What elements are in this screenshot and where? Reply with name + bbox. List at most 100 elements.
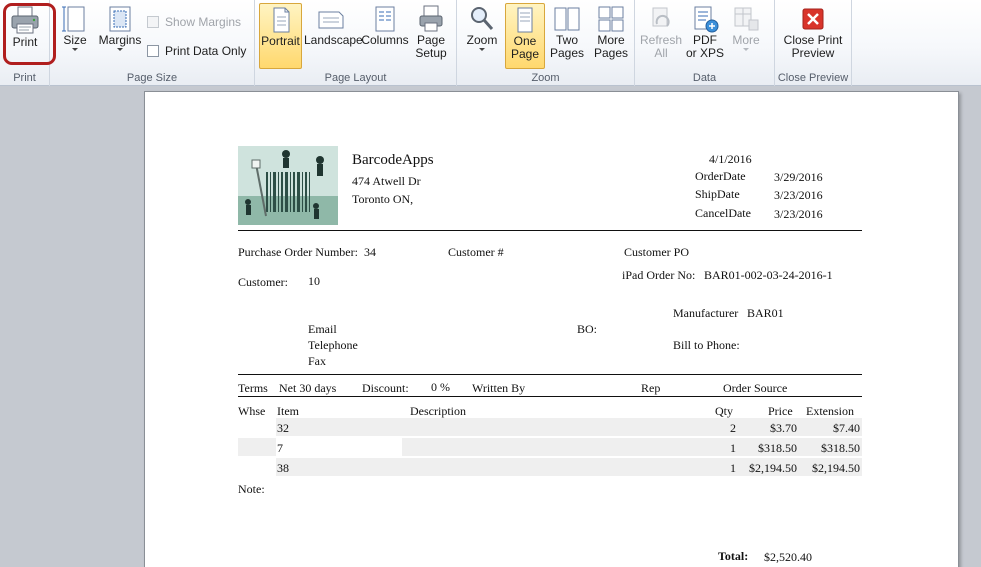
pdf-xps-button[interactable]: PDF or XPS [685,3,725,69]
magnifier-icon [471,7,494,30]
more-export-label: More [732,33,760,47]
size-dropdown-arrow-icon [72,48,78,51]
ipad-order-value: BAR01-002-03-24-2016-1 [704,268,833,282]
column-header-whse: Whse [238,404,266,418]
portrait-label: Portrait [261,34,300,48]
line-item-extension: $318.50 [821,441,860,455]
zoom-group: Zoom One Page Two Pages More Pages Zoom [457,0,635,86]
preview-area[interactable]: BarcodeApps 474 Atwell Dr Toronto ON, 4/… [0,87,981,567]
ipad-order-label: iPad Order No: [622,268,696,282]
company-city: Toronto ON, [352,192,414,206]
page-setup-label-2: Setup [415,46,447,60]
line-item-extension: $7.40 [833,421,860,435]
print-data-only-checkbox[interactable]: Print Data Only [147,44,246,60]
total-label: Total: [718,549,749,563]
show-margins-checkbox[interactable]: Show Margins [147,15,241,31]
two-pages-button[interactable]: Two Pages [548,3,586,69]
more-export-button[interactable]: More [728,3,764,69]
more-pages-label-2: Pages [593,46,629,60]
columns-icon [375,6,395,32]
data-group-label: Data [692,72,717,84]
page-layout-group: Portrait Landscape Columns Page Setup Pa… [255,0,457,86]
print-data-only-box [147,45,159,57]
zoom-label: Zoom [466,33,498,47]
printer-icon [11,6,39,34]
refresh-icon [652,7,670,27]
zoom-dropdown-arrow-icon [479,48,485,51]
columns-button[interactable]: Columns [361,3,409,69]
line-item-extension: $2,194.50 [812,461,860,475]
ribbon: Print Print Size Margins Show Margins Pr… [0,0,981,86]
portrait-button[interactable]: Portrait [259,3,302,69]
total-value: $2,520.40 [764,550,812,564]
line-item-price: $318.50 [758,441,797,455]
print-button[interactable]: Print [4,3,46,69]
customer-number-label: Customer # [448,245,504,259]
barcode-workers-logo [238,146,338,225]
margins-dropdown-arrow-icon [117,48,123,51]
close-print-preview-label-2: Preview [791,46,835,60]
line-item-price: $3.70 [770,421,797,435]
print-group: Print Print [0,0,50,86]
page-size-group: Size Margins Show Margins Print Data Onl… [50,0,255,86]
print-label: Print [12,35,38,49]
pdf-xps-icon [694,6,719,33]
written-by-label: Written By [472,381,526,395]
page-setup-button[interactable]: Page Setup [411,3,451,69]
cancel-date-value: 3/23/2016 [774,207,823,221]
manufacturer-value: BAR01 [747,306,784,320]
email-label: Email [308,322,337,336]
refresh-all-button[interactable]: Refresh All [639,3,683,69]
column-header-item: Item [277,404,299,418]
more-export-dropdown-arrow-icon [743,48,749,51]
order-source-label: Order Source [723,381,788,395]
portrait-icon [273,7,289,33]
landscape-label: Landscape [304,33,363,47]
whse-cell [238,458,276,476]
header-divider [238,230,862,231]
landscape-button[interactable]: Landscape [304,3,363,69]
po-number-label: Purchase Order Number: [238,245,358,259]
customer-po-label: Customer PO [624,245,690,259]
discount-label: Discount: [362,381,409,395]
info-divider [238,374,862,375]
telephone-label: Telephone [308,338,358,352]
rep-label: Rep [641,381,661,395]
refresh-all-label-2: All [654,46,668,60]
ship-date-value: 3/23/2016 [774,188,823,202]
show-margins-box [147,16,159,28]
more-pages-button[interactable]: More Pages [589,3,633,69]
line-item-number: 7 [277,441,283,455]
manufacturer-label: Manufacturer [673,306,739,320]
ship-date-label: ShipDate [695,187,740,201]
size-button[interactable]: Size [58,3,92,69]
page-setup-icon [419,5,443,32]
column-header-price: Price [768,404,793,418]
cancel-date-label: CancelDate [695,206,751,220]
data-group: Refresh All PDF or XPS More Data [635,0,775,86]
landscape-icon [318,11,344,29]
margins-button[interactable]: Margins [96,3,144,69]
one-page-button[interactable]: One Page [505,3,545,69]
size-label: Size [63,33,87,47]
order-date-value: 3/29/2016 [774,170,823,184]
print-group-label: Print [13,72,36,84]
customer-value: 10 [308,274,320,288]
pdf-xps-label-2: or XPS [685,46,724,60]
close-print-preview-button[interactable]: Close Print Preview [778,3,848,69]
two-pages-icon [554,7,580,31]
zoom-button[interactable]: Zoom [463,3,501,69]
report-page: BarcodeApps 474 Atwell Dr Toronto ON, 4/… [144,91,959,567]
more-export-icon [734,7,759,31]
columns-label: Columns [361,33,409,47]
bill-to-phone-label: Bill to Phone: [673,338,740,352]
order-date-label: OrderDate [695,169,746,183]
column-header-description: Description [410,404,466,418]
line-item-number: 38 [277,461,289,475]
discount-value: 0 % [431,380,450,394]
two-pages-label-2: Pages [549,46,585,60]
company-address: 474 Atwell Dr [352,174,421,188]
one-page-icon [517,7,533,33]
column-header-extension: Extension [806,404,854,418]
purchase-order-report: BarcodeApps 474 Atwell Dr Toronto ON, 4/… [238,92,862,567]
